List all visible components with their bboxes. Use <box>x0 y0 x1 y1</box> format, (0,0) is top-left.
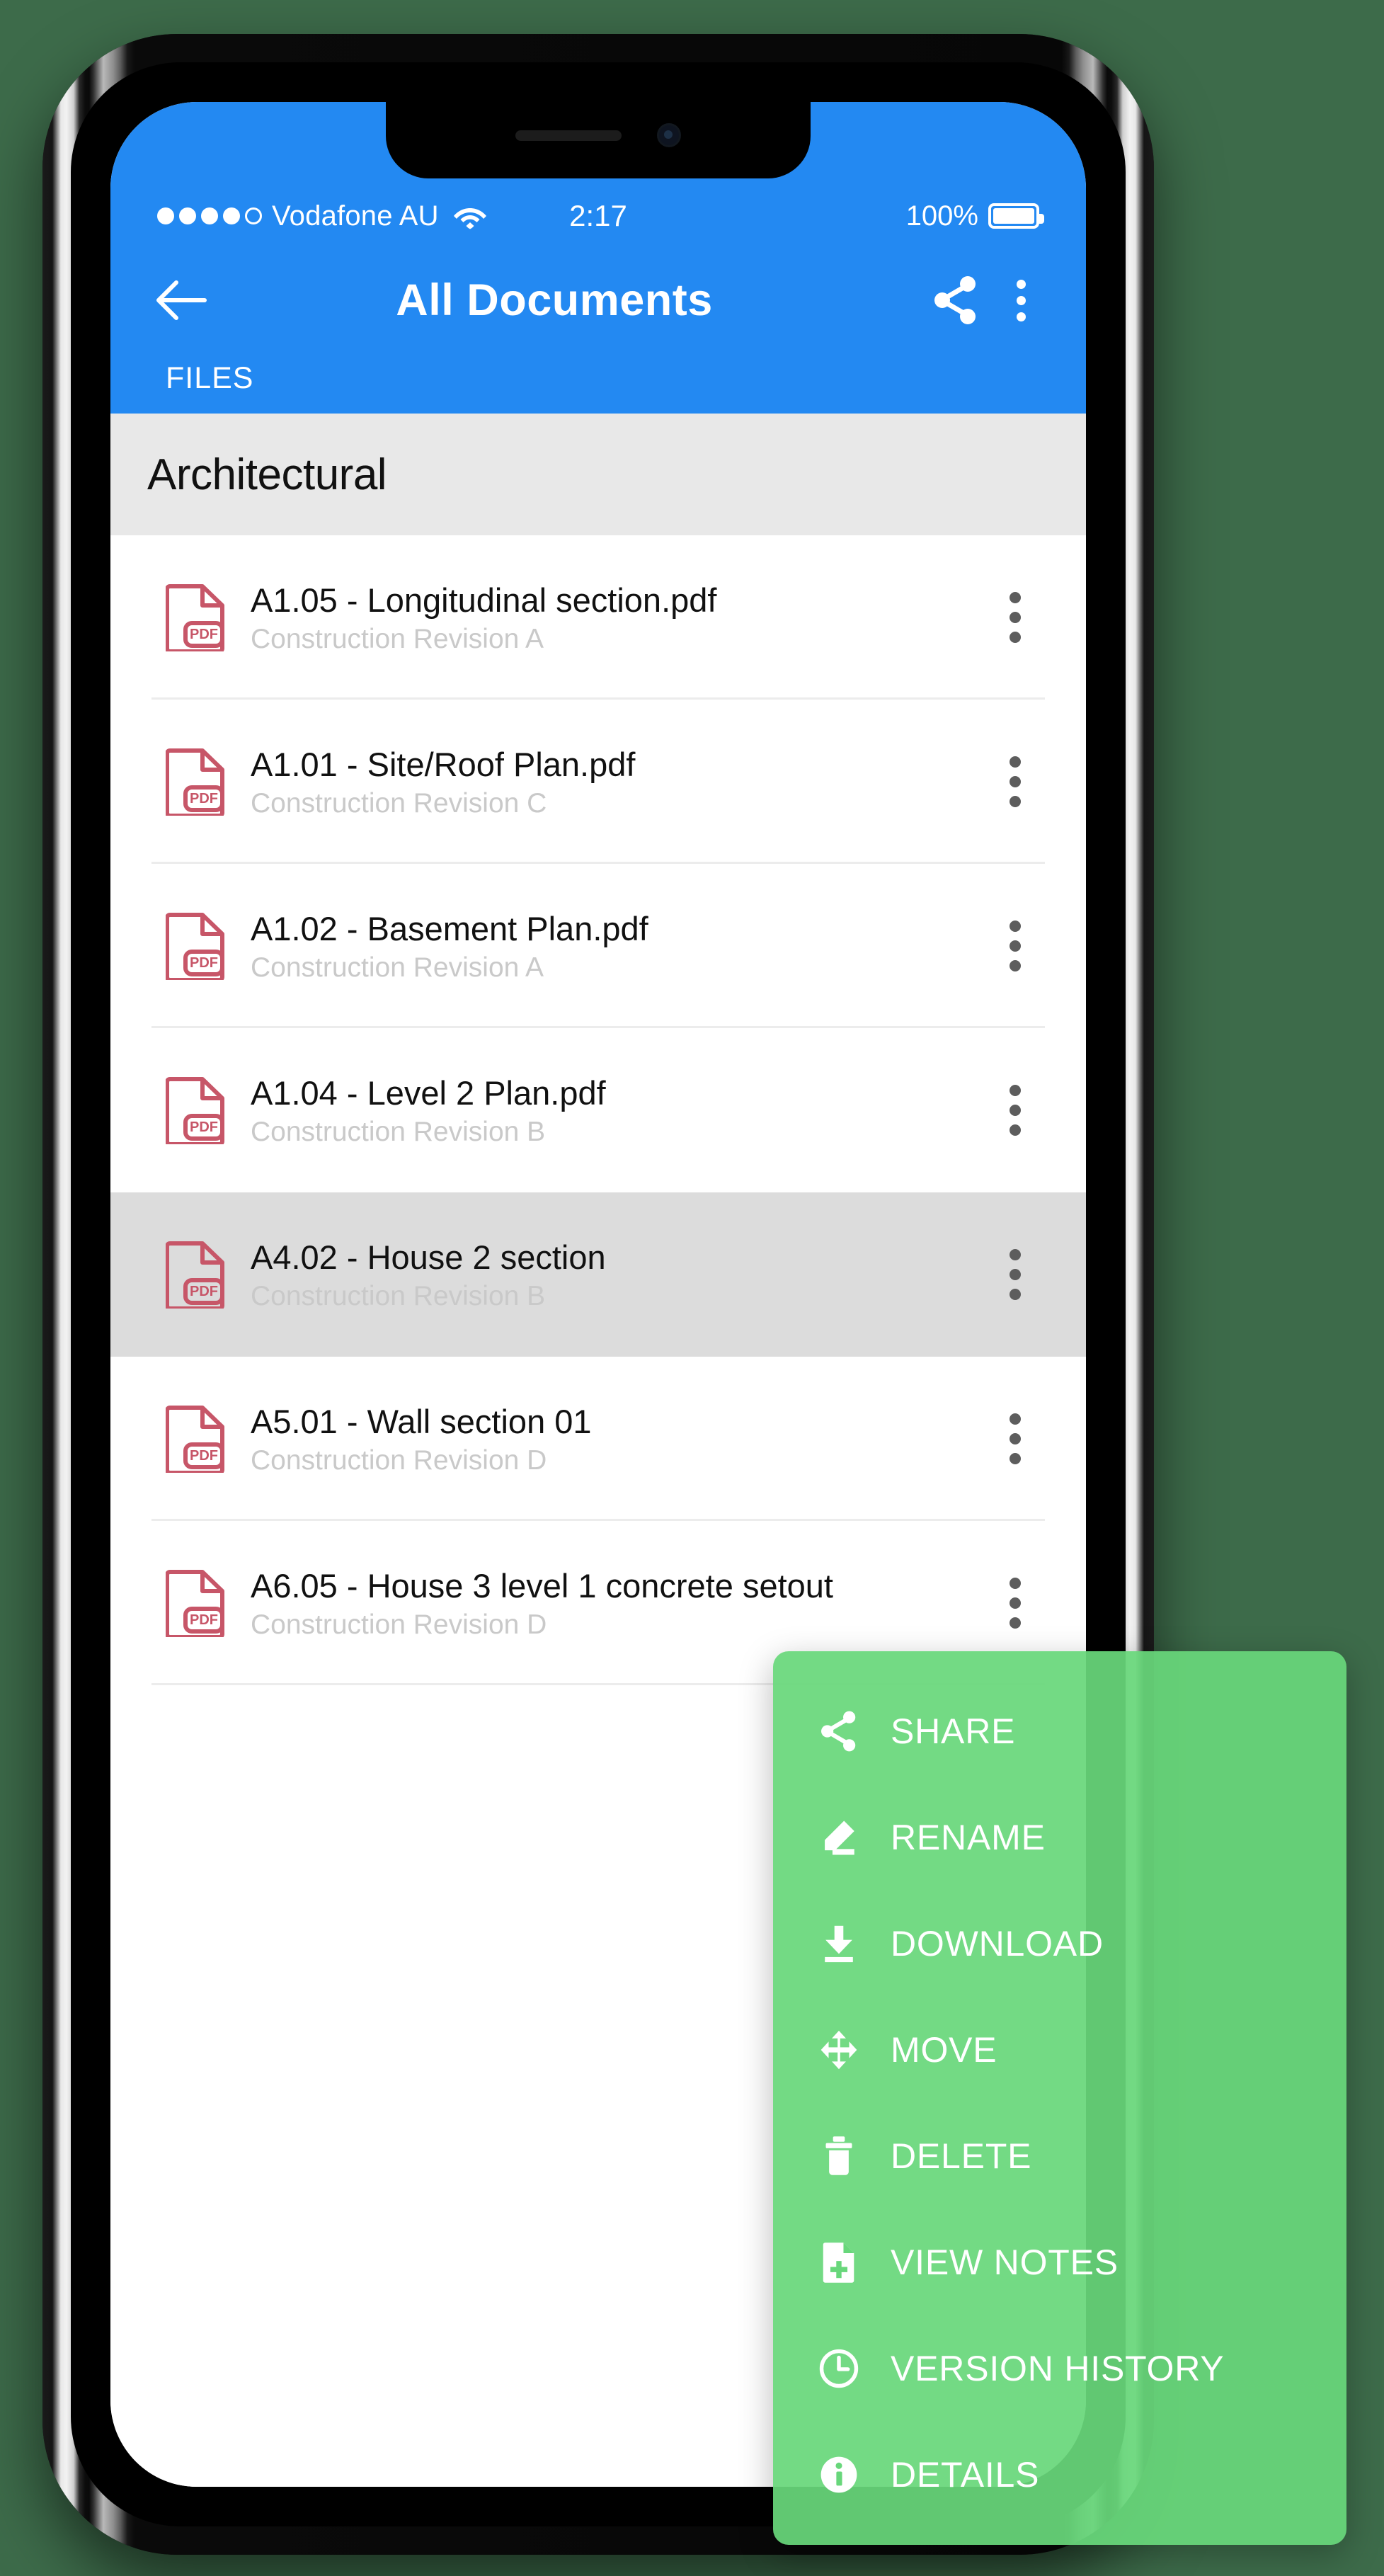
menu-item-label: VIEW NOTES <box>891 2242 1119 2282</box>
app-bar-title-row: All Documents <box>110 254 1086 346</box>
download-icon <box>817 1922 861 1966</box>
row-overflow-menu-icon[interactable] <box>1010 1249 1021 1300</box>
status-bar: Vodafone AU 2:17 100% <box>110 195 1086 236</box>
file-revision: Construction Revision D <box>251 1609 547 1640</box>
row-overflow-menu-icon[interactable] <box>1010 1085 1021 1136</box>
info-icon <box>817 2453 861 2497</box>
file-revision: Construction Revision B <box>251 1280 546 1311</box>
row-overflow-menu-icon[interactable] <box>1010 1578 1021 1629</box>
file-revision: Construction Revision A <box>251 952 544 983</box>
tab-bar: FILES <box>110 346 1086 410</box>
svg-text:PDF: PDF <box>190 1612 218 1628</box>
file-revision: Construction Revision D <box>251 1444 547 1476</box>
file-name: A5.01 - Wall section 01 <box>251 1402 592 1440</box>
row-overflow-menu-icon[interactable] <box>1010 756 1021 807</box>
menu-item-label: SHARE <box>891 1711 1016 1751</box>
share-icon <box>817 1709 861 1753</box>
menu-item-label: MOVE <box>891 2030 997 2070</box>
note-add-icon <box>817 2240 861 2284</box>
table-row[interactable]: PDF A1.05 - Longitudinal section.pdf Con… <box>110 535 1086 700</box>
file-name: A1.02 - Basement Plan.pdf <box>251 909 648 947</box>
menu-item-delete[interactable]: DELETE <box>773 2103 1346 2209</box>
row-overflow-menu-icon[interactable] <box>1010 592 1021 643</box>
row-overflow-menu-icon[interactable] <box>1010 921 1021 971</box>
pdf-file-icon: PDF <box>166 1077 224 1144</box>
overflow-menu-button[interactable] <box>991 265 1051 336</box>
menu-item-label: DETAILS <box>891 2455 1040 2495</box>
file-name: A1.05 - Longitudinal section.pdf <box>251 581 717 619</box>
pdf-file-icon: PDF <box>166 1570 224 1637</box>
table-row[interactable]: PDF A1.04 - Level 2 Plan.pdf Constructio… <box>110 1028 1086 1192</box>
file-revision: Construction Revision A <box>251 623 544 654</box>
clock-icon <box>817 2347 861 2390</box>
file-text: A6.05 - House 3 level 1 concrete setout … <box>251 1566 833 1641</box>
battery-full-icon <box>988 203 1044 229</box>
carrier-name: Vodafone AU <box>272 200 439 232</box>
page-title: All Documents <box>396 275 713 325</box>
overflow-menu-icon <box>1016 279 1026 321</box>
context-menu: SHARE RENAME DOWNLOAD MOVE DELETE VIEW N… <box>773 1651 1346 2545</box>
signal-strength-icon <box>157 207 262 224</box>
menu-item-rename[interactable]: RENAME <box>773 1784 1346 1891</box>
battery-percentage: 100% <box>905 200 978 232</box>
menu-item-label: RENAME <box>891 1818 1046 1857</box>
menu-item-download[interactable]: DOWNLOAD <box>773 1891 1346 1997</box>
menu-item-share[interactable]: SHARE <box>773 1678 1346 1784</box>
file-text: A1.01 - Site/Roof Plan.pdf Construction … <box>251 745 635 819</box>
move-arrows-icon <box>817 2028 861 2072</box>
file-name: A4.02 - House 2 section <box>251 1238 606 1276</box>
share-icon <box>934 276 976 324</box>
menu-item-view-notes[interactable]: VIEW NOTES <box>773 2209 1346 2315</box>
front-camera <box>657 123 681 147</box>
section-header-architectural: Architectural <box>110 414 1086 535</box>
svg-text:PDF: PDF <box>190 955 218 971</box>
status-left-group: Vodafone AU <box>157 200 487 232</box>
pdf-file-icon: PDF <box>166 913 224 980</box>
file-text: A1.02 - Basement Plan.pdf Construction R… <box>251 909 648 984</box>
svg-text:PDF: PDF <box>190 791 218 807</box>
device-notch <box>386 102 811 178</box>
menu-item-move[interactable]: MOVE <box>773 1997 1346 2103</box>
pdf-file-icon: PDF <box>166 748 224 816</box>
menu-item-label: DELETE <box>891 2136 1032 2176</box>
file-text: A4.02 - House 2 section Construction Rev… <box>251 1238 606 1312</box>
menu-item-label: VERSION HISTORY <box>891 2349 1225 2388</box>
section-title: Architectural <box>147 450 387 499</box>
pdf-file-icon: PDF <box>166 584 224 651</box>
menu-item-label: DOWNLOAD <box>891 1924 1104 1964</box>
share-button[interactable] <box>920 265 991 336</box>
earpiece-speaker <box>515 130 622 141</box>
table-row[interactable]: PDF A1.02 - Basement Plan.pdf Constructi… <box>110 864 1086 1028</box>
pencil-icon <box>817 1816 861 1859</box>
status-right-group: 100% <box>905 200 1044 232</box>
trash-icon <box>817 2134 861 2178</box>
row-overflow-menu-icon[interactable] <box>1010 1413 1021 1464</box>
wifi-icon <box>453 203 487 229</box>
pdf-file-icon: PDF <box>166 1406 224 1473</box>
file-name: A1.04 - Level 2 Plan.pdf <box>251 1073 606 1112</box>
table-row[interactable]: PDF A4.02 - House 2 section Construction… <box>110 1192 1086 1357</box>
tab-files[interactable]: FILES <box>166 361 254 396</box>
menu-item-version-history[interactable]: VERSION HISTORY <box>773 2315 1346 2422</box>
file-name: A1.01 - Site/Roof Plan.pdf <box>251 745 636 783</box>
svg-text:PDF: PDF <box>190 1119 218 1135</box>
svg-text:PDF: PDF <box>190 627 218 642</box>
svg-text:PDF: PDF <box>190 1284 218 1299</box>
table-row[interactable]: PDF A5.01 - Wall section 01 Construction… <box>110 1357 1086 1521</box>
table-row[interactable]: PDF A1.01 - Site/Roof Plan.pdf Construct… <box>110 700 1086 864</box>
file-text: A1.04 - Level 2 Plan.pdf Construction Re… <box>251 1073 606 1148</box>
pdf-file-icon: PDF <box>166 1241 224 1309</box>
menu-item-details[interactable]: DETAILS <box>773 2422 1346 2528</box>
file-revision: Construction Revision C <box>251 787 547 819</box>
file-text: A1.05 - Longitudinal section.pdf Constru… <box>251 581 716 655</box>
file-text: A5.01 - Wall section 01 Construction Rev… <box>251 1402 592 1476</box>
file-name: A6.05 - House 3 level 1 concrete setout <box>251 1566 833 1605</box>
file-revision: Construction Revision B <box>251 1116 546 1147</box>
svg-text:PDF: PDF <box>190 1448 218 1464</box>
